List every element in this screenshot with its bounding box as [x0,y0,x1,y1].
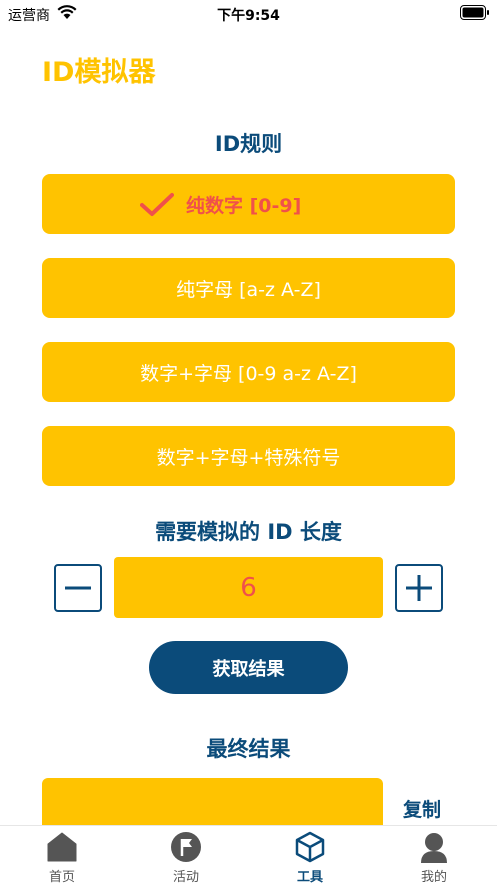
get-result-button[interactable]: 获取结果 [149,641,348,694]
tab-label: 我的 [420,870,447,883]
rule-option-numeric[interactable]: 纯数字 [0-9] [42,174,455,234]
decrement-button[interactable] [54,564,102,612]
rule-option-label: 纯数字 [0-9] [186,194,302,217]
rule-option-alpha[interactable]: 纯字母 [a-z A-Z] [42,258,455,318]
result-section-title: 最终结果 [206,737,291,761]
battery-icon [460,5,489,20]
cube-icon [295,831,325,863]
tab-bar: 首页 活动 工具 我的 [0,825,497,883]
status-bar: 运营商 下午9:54 [0,0,497,26]
length-section-title: 需要模拟的 ID 长度 [155,520,342,544]
rule-option-label: 数字+字母+特殊符号 [156,446,341,469]
checkmark-icon [140,193,174,216]
tab-profile[interactable]: 我的 [372,826,496,883]
tab-tools[interactable]: 工具 [248,826,372,883]
page-title: ID模拟器 [42,57,156,88]
tab-home[interactable]: 首页 [0,826,124,883]
tab-label: 首页 [48,870,75,883]
rule-option-label: 数字+字母 [0-9 a-z A-Z] [140,362,357,385]
plus-icon [406,575,432,601]
length-value-field[interactable]: 6 [114,557,383,618]
home-icon [47,832,77,862]
rule-option-alphanumeric-special[interactable]: 数字+字母+特殊符号 [42,426,455,486]
rule-option-alphanumeric[interactable]: 数字+字母 [0-9 a-z A-Z] [42,342,455,402]
increment-button[interactable] [395,564,443,612]
result-field [42,778,383,828]
tab-label: 工具 [296,870,323,883]
rules-section-title: ID规则 [214,132,283,156]
person-icon [421,833,447,863]
tab-label: 活动 [172,870,199,883]
copy-button[interactable]: 复制 [403,795,441,822]
status-time: 下午9:54 [217,8,280,24]
flag-icon [171,832,201,862]
rule-option-label: 纯字母 [a-z A-Z] [176,278,321,301]
minus-icon [65,586,91,590]
tab-activity[interactable]: 活动 [124,826,248,883]
